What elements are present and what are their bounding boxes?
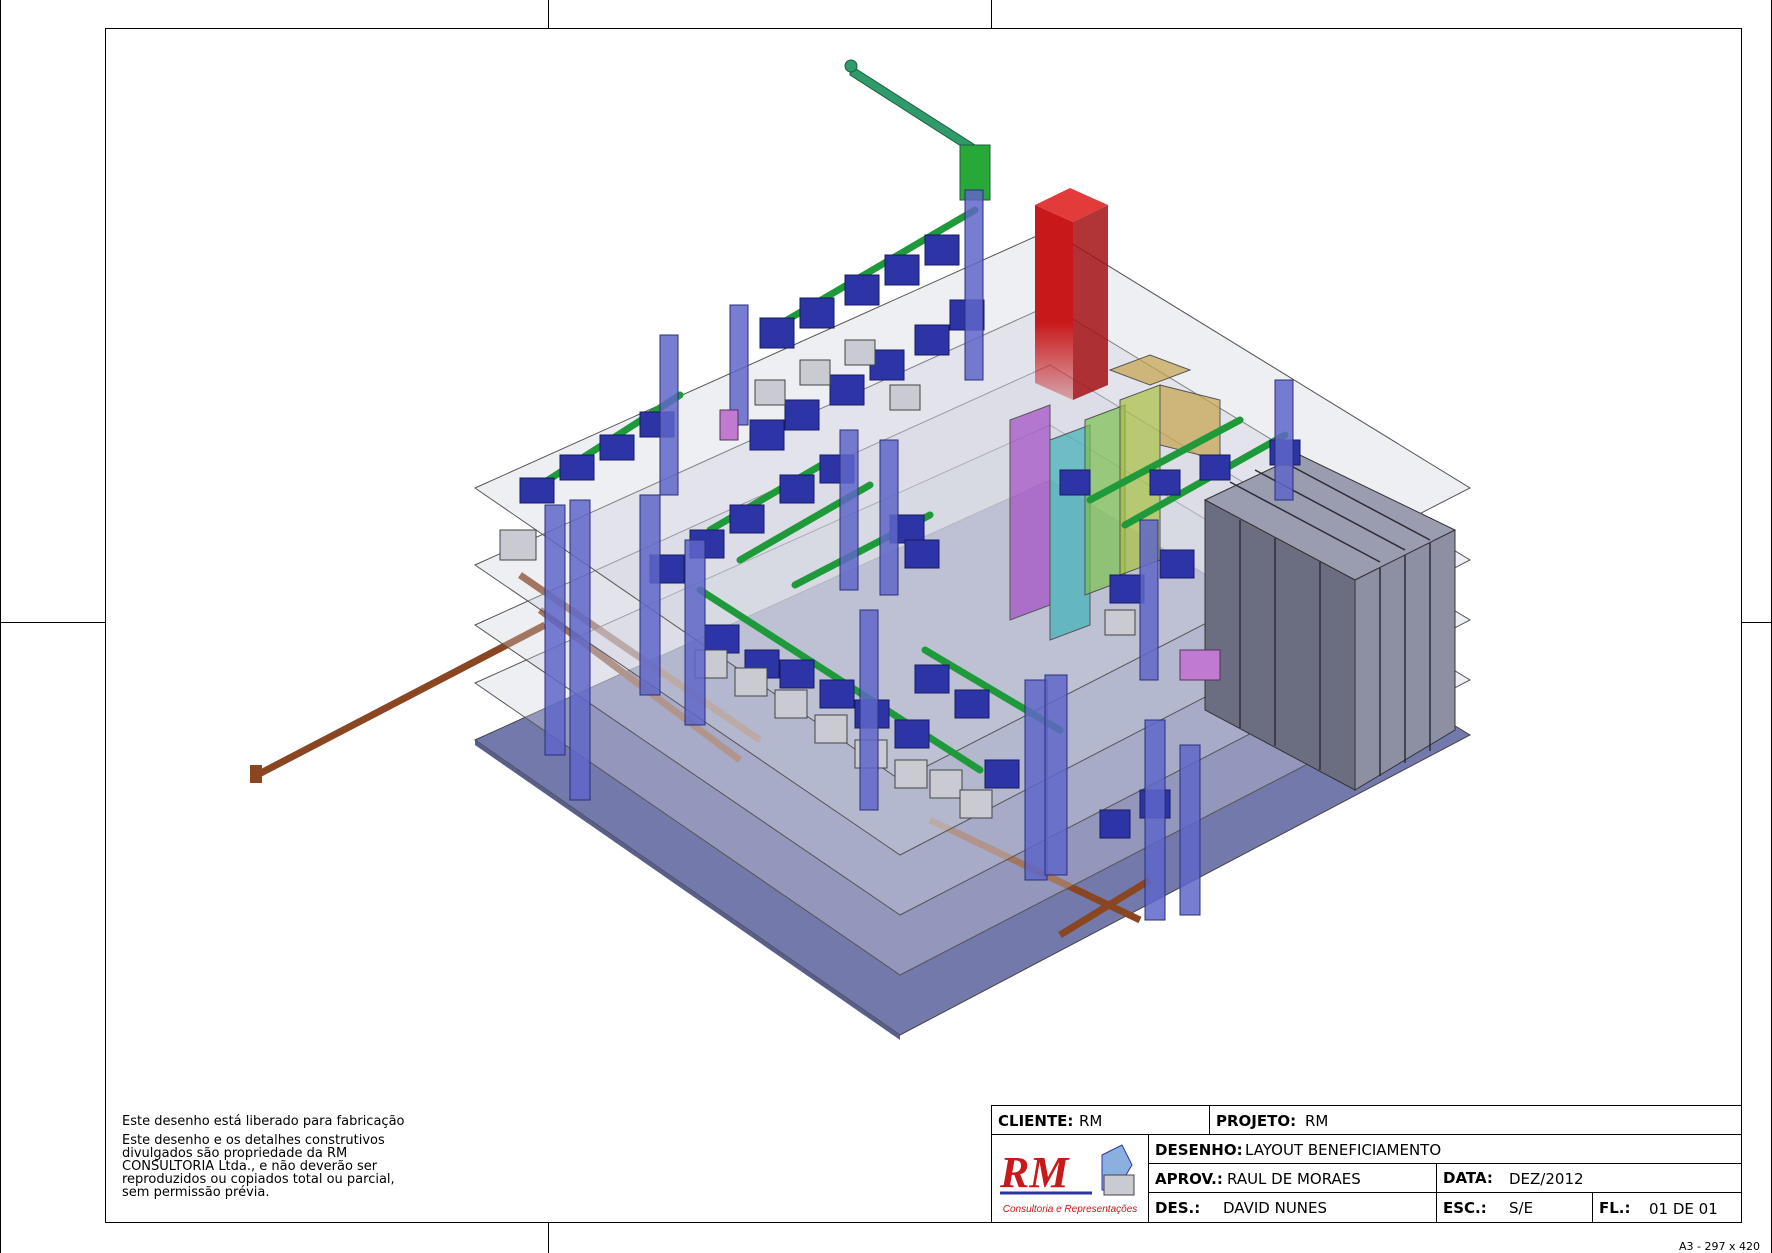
esc-cell: ESC.: S/E [1436,1192,1593,1223]
title-block: CLIENTE: RM PROJETO: RM RM Consultoria e… [991,1105,1742,1253]
aprov-cell: APROV.: RAUL DE MORAES [1148,1163,1437,1193]
fl-cell: FL.: 01 DE 01 [1592,1192,1742,1223]
logo-letters: RM [999,1148,1070,1197]
esc-label: ESC.: [1443,1199,1487,1217]
ownership-note-5: sem permissão prévia. [122,1185,270,1200]
esc-value: S/E [1509,1199,1534,1217]
aprov-value: RAUL DE MORAES [1227,1170,1361,1188]
cliente-value: RM [1079,1112,1103,1130]
data-label: DATA: [1443,1169,1493,1187]
pipe-end [250,765,262,783]
des-cell: DES.: DAVID NUNES [1148,1192,1437,1223]
desenho-cell: DESENHO: LAYOUT BENEFICIAMENTO [1148,1134,1742,1164]
data-value: DEZ/2012 [1509,1170,1584,1188]
plant-isometric-drawing [250,59,1472,1040]
desenho-value: LAYOUT BENEFICIAMENTO [1245,1141,1442,1159]
des-value: DAVID NUNES [1223,1199,1328,1217]
projeto-value: RM [1305,1112,1329,1130]
fl-label: FL.: [1599,1199,1631,1217]
sheet-size-label: A3 - 297 x 420 [1679,1240,1760,1253]
projeto-label: PROJETO: [1216,1112,1297,1130]
cliente-label: CLIENTE: [998,1112,1074,1130]
fl-value: 01 DE 01 [1649,1200,1718,1218]
aprov-label: APROV.: [1155,1170,1223,1188]
red-tower [1035,188,1108,400]
cliente-cell: CLIENTE: RM [991,1105,1210,1135]
exhaust-duct [844,59,991,201]
projeto-cell: PROJETO: RM [1209,1105,1742,1135]
data-cell: DATA: DEZ/2012 [1436,1163,1742,1193]
logo-cell: RM Consultoria e Representações [991,1134,1149,1223]
des-label: DES.: [1155,1199,1201,1217]
desenho-label: DESENHO: [1155,1141,1243,1159]
release-note: Este desenho está liberado para fabricaç… [122,1114,405,1129]
company-logo: RM Consultoria e Representações [999,1144,1138,1215]
logo-caption: Consultoria e Representações [1003,1204,1138,1215]
